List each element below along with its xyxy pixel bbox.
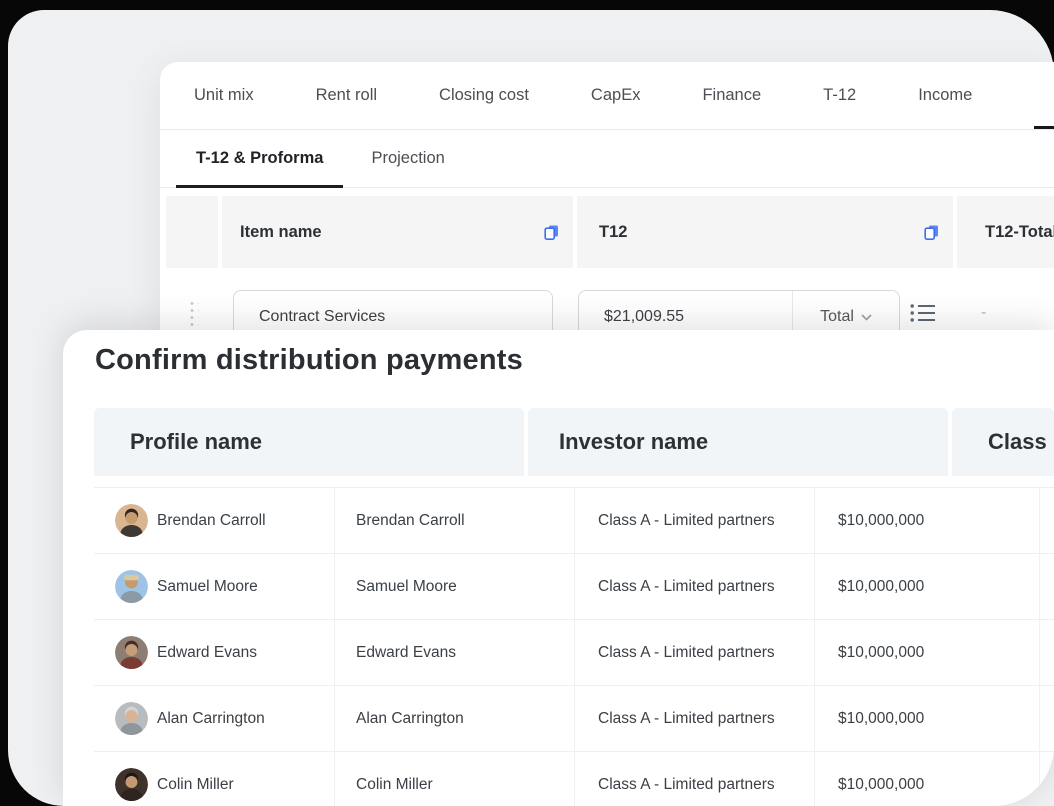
table-row: Alan Carrington Alan Carrington Class A … — [94, 685, 1054, 751]
avatar — [115, 768, 148, 801]
copy-icon[interactable] — [923, 224, 940, 241]
column-label: T12 — [599, 223, 627, 242]
profile-cell: Colin Miller — [94, 752, 335, 806]
class-value: Class A - Limited partners — [598, 644, 775, 662]
class-value: Class A - Limited partners — [598, 512, 775, 530]
amount-cell: $10,000,000 — [815, 752, 1040, 806]
sheet-table-header: Item name T12 T12-Total — [166, 196, 1054, 268]
column-header-class: Class — [952, 408, 1054, 476]
class-cell: Class A - Limited partners — [575, 620, 815, 685]
amount-value: $10,000,000 — [838, 578, 924, 596]
tab-rent-roll[interactable]: Rent roll — [316, 62, 377, 129]
profile-name: Colin Miller — [157, 776, 234, 794]
tab-capex[interactable]: CapEx — [591, 62, 641, 129]
sheet-data-row: Contract Services $21,009.55 Total — [160, 272, 1054, 330]
investor-cell: Colin Miller — [335, 752, 575, 806]
amount-cell: $10,000,000 — [815, 620, 1040, 685]
chevron-down-icon — [861, 314, 872, 321]
copy-icon[interactable] — [543, 224, 560, 241]
profile-name: Edward Evans — [157, 644, 257, 662]
column-label: Item name — [240, 223, 322, 242]
profile-cell: Brendan Carroll — [94, 488, 335, 553]
column-header-profile-name: Profile name — [94, 408, 524, 476]
table-row: Colin Miller Colin Miller Class A - Limi… — [94, 751, 1054, 806]
extra-cell — [1040, 554, 1054, 619]
confirm-distribution-modal: Confirm distribution payments Profile na… — [63, 330, 1054, 806]
distribution-table-header: Profile name Investor name Class — [94, 408, 1054, 476]
tab-exit[interactable]: Exit — [1034, 62, 1054, 129]
table-row: Edward Evans Edward Evans Class A - Limi… — [94, 619, 1054, 685]
column-label: T12-Total — [985, 223, 1054, 242]
class-cell: Class A - Limited partners — [575, 488, 815, 553]
list-icon[interactable] — [910, 302, 937, 329]
amount-value: $10,000,000 — [838, 776, 924, 794]
amount-value: $10,000,000 — [838, 644, 924, 662]
t12-mode-dropdown[interactable]: Total — [792, 291, 899, 330]
screenshot-frame: Unit mix Rent roll Closing cost CapEx Fi… — [0, 0, 1054, 806]
class-cell: Class A - Limited partners — [575, 554, 815, 619]
column-header-item-name: Item name — [222, 196, 573, 268]
profile-cell: Edward Evans — [94, 620, 335, 685]
investor-cell: Alan Carrington — [335, 686, 575, 751]
drag-handle-icon[interactable] — [188, 300, 199, 327]
investor-cell: Brendan Carroll — [335, 488, 575, 553]
profile-cell: Alan Carrington — [94, 686, 335, 751]
tab-unit-mix[interactable]: Unit mix — [194, 62, 254, 129]
class-cell: Class A - Limited partners — [575, 686, 815, 751]
underwriting-sheet-panel: Unit mix Rent roll Closing cost CapEx Fi… — [160, 62, 1054, 330]
tab-closing-cost[interactable]: Closing cost — [439, 62, 529, 129]
investor-name: Samuel Moore — [356, 578, 457, 596]
distribution-table: Profile name Investor name Class Brendan… — [94, 408, 1054, 806]
amount-cell: $10,000,000 — [815, 554, 1040, 619]
main-tabs: Unit mix Rent roll Closing cost CapEx Fi… — [160, 62, 1054, 130]
subtab-t12-proforma[interactable]: T-12 & Proforma — [176, 130, 343, 187]
class-value: Class A - Limited partners — [598, 578, 775, 596]
profile-cell: Samuel Moore — [94, 554, 335, 619]
avatar — [115, 702, 148, 735]
column-header-investor-name: Investor name — [528, 408, 948, 476]
tab-finance[interactable]: Finance — [702, 62, 761, 129]
drag-column-header — [166, 196, 218, 268]
sub-tabs: T-12 & Proforma Projection — [160, 130, 1054, 188]
t12-value-input[interactable]: $21,009.55 Total — [578, 290, 900, 330]
amount-value: $10,000,000 — [838, 512, 924, 530]
t12-mode-value: Total — [820, 308, 854, 326]
tab-income[interactable]: Income — [918, 62, 972, 129]
distribution-table-body: Brendan Carroll Brendan Carroll Class A … — [94, 487, 1054, 806]
amount-value: $10,000,000 — [838, 710, 924, 728]
tab-t12[interactable]: T-12 — [823, 62, 856, 129]
extra-cell — [1040, 752, 1054, 806]
investor-cell: Edward Evans — [335, 620, 575, 685]
amount-cell: $10,000,000 — [815, 488, 1040, 553]
investor-name: Edward Evans — [356, 644, 456, 662]
avatar — [115, 570, 148, 603]
amount-cell: $10,000,000 — [815, 686, 1040, 751]
profile-name: Samuel Moore — [157, 578, 258, 596]
table-row: Brendan Carroll Brendan Carroll Class A … — [94, 487, 1054, 553]
class-value: Class A - Limited partners — [598, 776, 775, 794]
subtab-projection[interactable]: Projection — [351, 130, 464, 187]
profile-name: Brendan Carroll — [157, 512, 266, 530]
extra-cell — [1040, 620, 1054, 685]
class-value: Class A - Limited partners — [598, 710, 775, 728]
investor-cell: Samuel Moore — [335, 554, 575, 619]
t12-amount-value: $21,009.55 — [579, 308, 792, 326]
extra-cell — [1040, 686, 1054, 751]
item-name-value: Contract Services — [259, 308, 385, 326]
avatar — [115, 504, 148, 537]
table-row: Samuel Moore Samuel Moore Class A - Limi… — [94, 553, 1054, 619]
investor-name: Brendan Carroll — [356, 512, 465, 530]
investor-name: Colin Miller — [356, 776, 433, 794]
investor-name: Alan Carrington — [356, 710, 464, 728]
extra-cell — [1040, 488, 1054, 553]
column-header-t12: T12 — [577, 196, 953, 268]
t12-total-value: - — [981, 304, 986, 322]
avatar — [115, 636, 148, 669]
class-cell: Class A - Limited partners — [575, 752, 815, 806]
profile-name: Alan Carrington — [157, 710, 265, 728]
modal-title: Confirm distribution payments — [95, 344, 523, 377]
item-name-input[interactable]: Contract Services — [233, 290, 553, 330]
column-header-t12-total: T12-Total — [957, 196, 1054, 268]
